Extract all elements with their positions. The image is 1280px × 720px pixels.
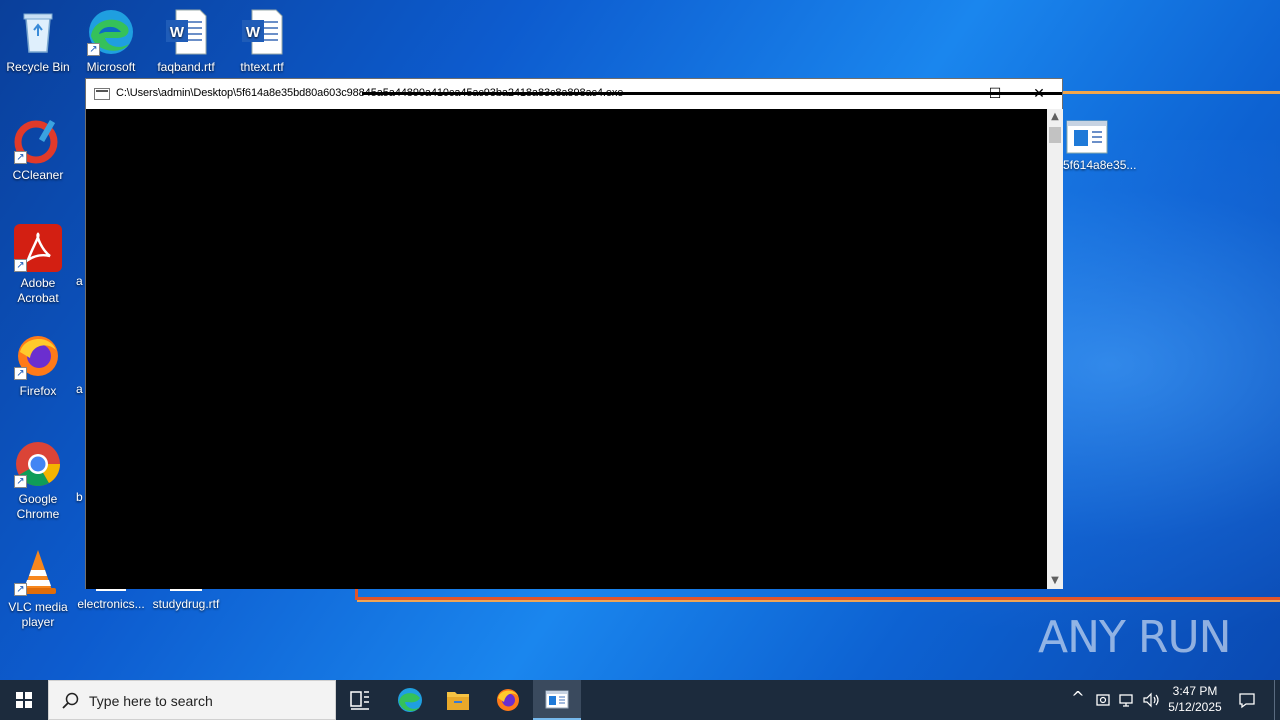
shortcut-arrow-icon: ↗	[14, 259, 27, 272]
console-scrollbar[interactable]: ▲ ▼	[1047, 109, 1063, 589]
desktop-icon-faqband[interactable]: W faqband.rtf	[148, 8, 224, 75]
desktop-icon-label: Adobe Acrobat	[17, 276, 59, 305]
desktop-icon-microsoft-edge[interactable]: ↗ Microsoft Edge	[73, 8, 149, 75]
desktop-icon-recycle-bin[interactable]: Recycle Bin	[0, 8, 76, 75]
desktop-icon-exe[interactable]: 5f614a8e35...	[1058, 120, 1136, 173]
application-window-icon	[1066, 120, 1108, 154]
desktop-icon-vlc[interactable]: ↗ VLC media player	[0, 548, 76, 630]
clock-date: 5/12/2025	[1168, 700, 1222, 714]
search-icon	[61, 691, 81, 711]
vlc-icon: ↗	[14, 548, 62, 596]
close-icon: ✕	[1033, 86, 1045, 102]
desktop-icon-studydrug[interactable]: studydrug.rtf	[148, 597, 224, 612]
desktop-icon-electronics[interactable]: electronics...	[73, 597, 149, 612]
edge-icon	[398, 688, 422, 712]
desktop-icon-label: Microsoft Edge	[86, 60, 136, 74]
desktop-icon-label: Google Chrome	[16, 492, 60, 521]
folder-icon	[447, 692, 469, 710]
console-titlebar[interactable]: C:\Users\admin\Desktop\5f614a8e35bd80a60…	[86, 79, 1062, 109]
show-hidden-icons-button[interactable]: ^	[1068, 688, 1088, 708]
shortcut-arrow-icon: ↗	[14, 151, 27, 164]
partial-label-text: b	[76, 490, 83, 504]
ccleaner-icon: ↗	[14, 116, 62, 164]
taskbar-file-explorer[interactable]	[434, 680, 482, 720]
desktop-icon-ccleaner[interactable]: ↗ CCleaner	[0, 116, 76, 183]
desktop-icon-label: 5f614a8e35...	[1063, 158, 1137, 172]
notifications-button[interactable]	[1237, 690, 1257, 710]
scroll-thumb[interactable]	[1049, 127, 1061, 143]
close-button[interactable]: ✕	[1016, 79, 1062, 109]
taskbar-search-box[interactable]: Type here to search	[48, 680, 336, 720]
desktop-icon-firefox[interactable]: ↗ Firefox	[0, 332, 76, 399]
artifact-line-top	[1062, 91, 1280, 94]
partial-label-text: a	[76, 274, 83, 288]
shortcut-arrow-icon: ↗	[14, 583, 27, 596]
svg-text:W: W	[170, 24, 185, 41]
taskbar-clock[interactable]: 3:47 PM 5/12/2025	[1160, 683, 1230, 715]
recycle-bin-icon	[14, 8, 62, 56]
edge-icon: ↗	[87, 8, 135, 56]
volume-icon[interactable]	[1141, 690, 1161, 710]
desktop-icon-label: faqband.rtf	[157, 60, 215, 74]
desktop-icon-label: Recycle Bin	[6, 60, 70, 74]
console-output[interactable]	[86, 109, 1047, 589]
firefox-icon	[497, 689, 519, 711]
shortcut-arrow-icon: ↗	[14, 367, 27, 380]
svg-text:W: W	[246, 24, 261, 41]
desktop-icon-label: VLC media player	[8, 600, 68, 629]
desktop-icon-thtext[interactable]: W thtext.rtf	[224, 8, 300, 75]
security-icon[interactable]	[1093, 690, 1113, 710]
taskbar-firefox[interactable]	[484, 680, 532, 720]
windows-logo-icon	[16, 692, 32, 708]
chrome-icon: ↗	[14, 440, 62, 488]
maximize-icon: ☐	[988, 86, 1002, 102]
minimize-button[interactable]: —	[926, 79, 972, 109]
desktop-icon-label: thtext.rtf	[240, 60, 284, 74]
console-window-icon	[545, 690, 569, 709]
network-icon[interactable]	[1117, 690, 1137, 710]
clock-time: 3:47 PM	[1172, 684, 1218, 698]
taskbar: Type here to search ^ 3:47 PM 5/12/2025	[0, 680, 1280, 720]
desktop-icon-label: Firefox	[19, 384, 57, 398]
artifact-line-red	[357, 597, 1280, 600]
shortcut-arrow-icon: ↗	[87, 43, 100, 56]
desktop-icon-label: CCleaner	[12, 168, 64, 182]
taskbar-console-app[interactable]	[533, 680, 581, 720]
firefox-icon: ↗	[14, 332, 62, 380]
desktop-icon-label: studydrug.rtf	[152, 597, 220, 611]
scroll-down-icon[interactable]: ▼	[1047, 573, 1063, 589]
show-desktop-button[interactable]	[1274, 680, 1280, 720]
console-app-icon	[94, 88, 110, 100]
taskbar-edge[interactable]	[386, 680, 434, 720]
start-button[interactable]	[0, 680, 48, 720]
desktop-icon-google-chrome[interactable]: ↗ Google Chrome	[0, 440, 76, 522]
notification-icon	[1239, 693, 1255, 709]
desktop-icon-label: electronics...	[77, 597, 145, 611]
shortcut-arrow-icon: ↗	[14, 475, 27, 488]
adobe-acrobat-icon: ↗	[14, 224, 62, 272]
anyrun-watermark: ANY RUN	[1038, 612, 1232, 663]
search-placeholder: Type here to search	[89, 693, 213, 709]
minimize-icon: —	[942, 86, 956, 102]
word-document-icon: W	[162, 8, 210, 56]
maximize-button[interactable]: ☐	[972, 79, 1018, 109]
scroll-up-icon[interactable]: ▲	[1047, 109, 1063, 125]
task-view-icon	[350, 691, 369, 710]
desktop-icon-adobe-acrobat[interactable]: ↗ Adobe Acrobat	[0, 224, 76, 306]
word-document-icon: W	[238, 8, 286, 56]
console-window[interactable]: C:\Users\admin\Desktop\5f614a8e35bd80a60…	[85, 78, 1063, 589]
partial-label-text: a	[76, 382, 83, 396]
task-view-button[interactable]	[336, 680, 384, 720]
